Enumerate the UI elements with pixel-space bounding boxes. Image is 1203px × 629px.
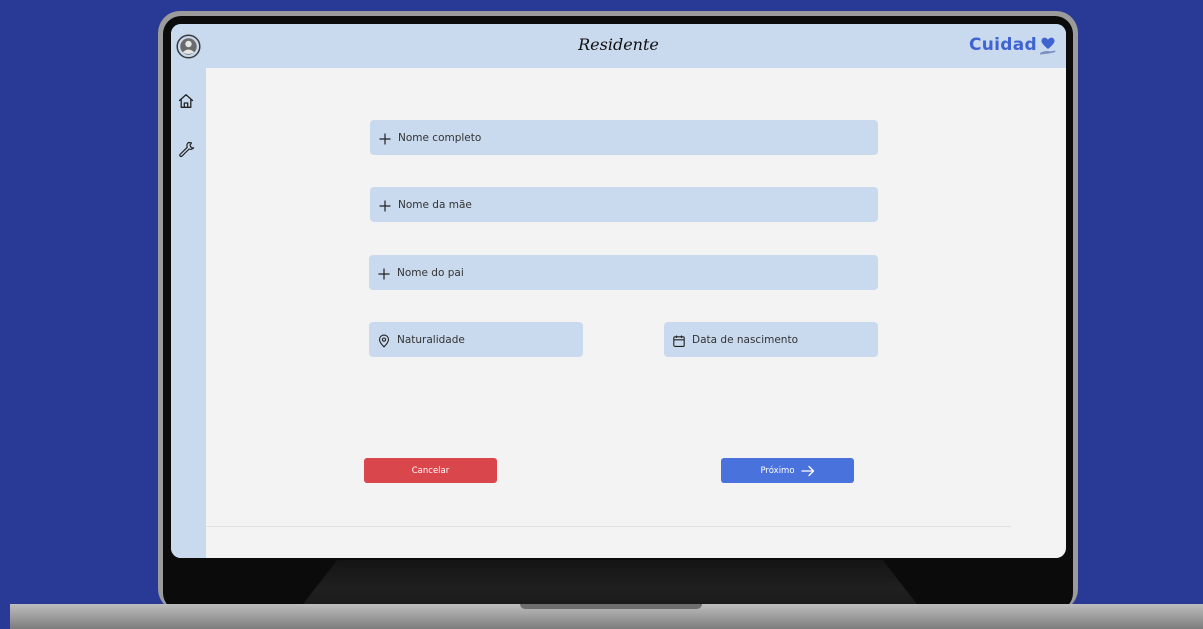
cancel-button[interactable]: Cancelar <box>364 458 497 483</box>
birthplace-placeholder: Naturalidade <box>397 333 465 346</box>
mother-name-field[interactable]: Nome da mãe <box>370 187 878 222</box>
top-bar: Residente Cuidad <box>171 24 1066 68</box>
mother-name-placeholder: Nome da mãe <box>398 198 472 211</box>
wrench-icon[interactable] <box>177 140 195 158</box>
full-name-placeholder: Nome completo <box>398 131 482 144</box>
cancel-button-label: Cancelar <box>411 465 450 476</box>
birth-date-field[interactable]: Data de nascimento <box>664 322 878 357</box>
arrow-right-icon <box>800 465 815 477</box>
brand-name: Cuidad <box>968 35 1037 55</box>
footer-divider <box>206 526 1011 527</box>
birthplace-field[interactable]: Naturalidade <box>369 322 583 357</box>
keyboard-reflection <box>300 560 920 608</box>
calendar-icon <box>672 333 686 347</box>
plus-icon <box>377 266 391 280</box>
page-title: Residente <box>578 35 659 54</box>
next-button[interactable]: Próximo <box>721 458 854 483</box>
brand-logo: Cuidad <box>969 30 1058 60</box>
profile-avatar-icon[interactable] <box>176 34 201 59</box>
laptop-notch <box>520 604 702 609</box>
sidebar <box>171 68 206 558</box>
location-pin-icon <box>377 333 391 348</box>
plus-icon <box>378 131 392 145</box>
heart-hand-icon <box>1038 33 1058 57</box>
father-name-field[interactable]: Nome do pai <box>369 255 878 290</box>
birth-date-placeholder: Data de nascimento <box>692 333 799 346</box>
father-name-placeholder: Nome do pai <box>397 266 464 279</box>
home-icon[interactable] <box>177 92 195 110</box>
next-button-label: Próximo <box>760 465 795 476</box>
app-screen: Residente Cuidad Nome completo Nome da m… <box>171 24 1066 558</box>
laptop-mockup: Residente Cuidad Nome completo Nome da m… <box>0 0 1203 629</box>
full-name-field[interactable]: Nome completo <box>370 120 878 155</box>
plus-icon <box>378 198 392 212</box>
